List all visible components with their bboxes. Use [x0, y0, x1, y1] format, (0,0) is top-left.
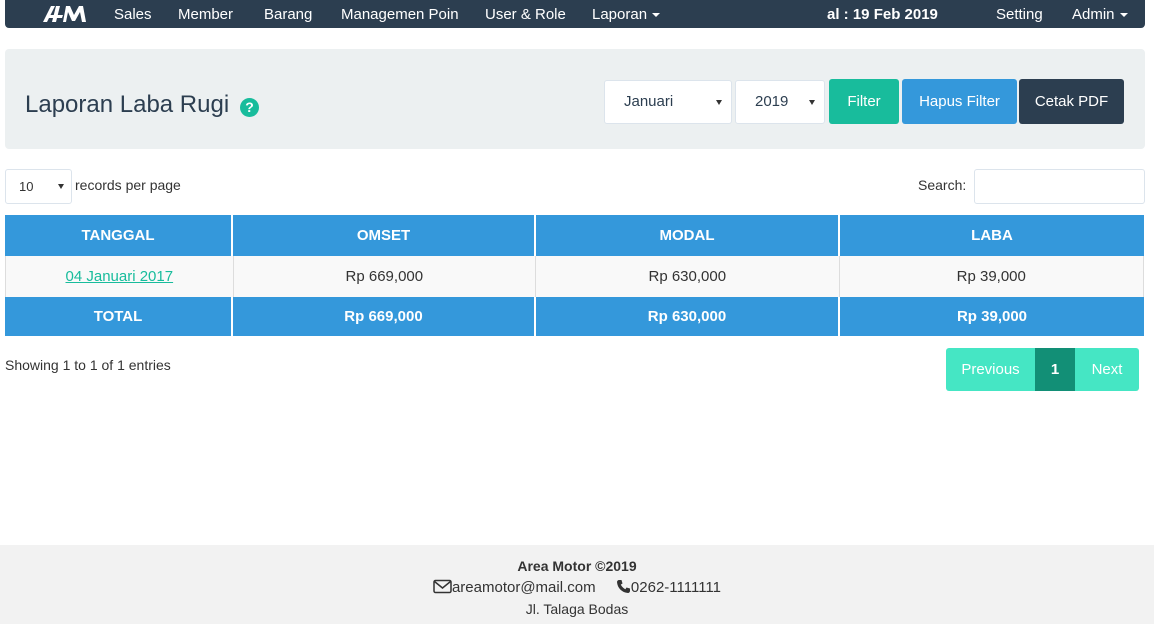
nav-member[interactable]: Member — [178, 6, 233, 23]
nav-setting[interactable]: Setting — [996, 6, 1043, 23]
pagination-next[interactable]: Next — [1075, 348, 1139, 391]
records-per-page-value: 10 — [19, 179, 34, 194]
total-omset: Rp 669,000 — [233, 297, 536, 336]
table-total-row: TOTAL Rp 669,000 Rp 630,000 Rp 39,000 — [5, 297, 1144, 336]
nav-admin-dropdown[interactable]: Admin — [1072, 6, 1128, 23]
tanggal-link[interactable]: 04 Januari 2017 — [66, 268, 174, 285]
cell-modal: Rp 630,000 — [536, 256, 840, 297]
nav-sales[interactable]: Sales — [114, 6, 152, 23]
cell-laba: Rp 39,000 — [956, 268, 1026, 285]
page-title: Laporan Laba Rugi — [25, 91, 230, 118]
year-select[interactable]: 2019 — [735, 80, 825, 124]
help-icon[interactable]: ? — [240, 98, 259, 117]
pagination-page-1[interactable]: 1 — [1035, 348, 1075, 391]
dropdown-arrow-icon — [58, 184, 64, 189]
navbar: Sales Member Barang Managemen Poin User … — [5, 0, 1145, 28]
table-row: 04 Januari 2017 Rp 669,000 Rp 630,000 Rp… — [5, 256, 1144, 297]
total-label: TOTAL — [5, 297, 233, 336]
nav-managemen-poin[interactable]: Managemen Poin — [341, 6, 459, 23]
footer: Area Motor ©2019 areamotor@mail.com 0262… — [0, 545, 1154, 624]
footer-email: areamotor@mail.com — [451, 579, 596, 596]
nav-laporan-label: Laporan — [592, 6, 648, 23]
column-header-laba[interactable]: LABA — [840, 215, 1144, 256]
footer-contact: areamotor@mail.com 0262-1111111 — [0, 579, 1154, 596]
table-info: Showing 1 to 1 of 1 entries — [5, 357, 171, 373]
hapus-filter-button[interactable]: Hapus Filter — [902, 79, 1017, 124]
page-header-panel: Laporan Laba Rugi ? Januari 2019 Filter … — [5, 49, 1145, 149]
app-logo[interactable] — [41, 3, 91, 25]
cetak-pdf-button[interactable]: Cetak PDF — [1019, 79, 1124, 124]
table-header-row: TANGGAL OMSET MODAL LABA — [5, 215, 1144, 256]
year-select-value: 2019 — [755, 93, 789, 110]
footer-address: Jl. Talaga Bodas — [525, 601, 629, 617]
nav-admin-label: Admin — [1072, 6, 1115, 23]
month-select[interactable]: Januari — [604, 80, 732, 124]
search-input[interactable] — [974, 169, 1145, 204]
current-date: al : 19 Feb 2019 — [827, 6, 938, 23]
dropdown-arrow-icon — [809, 100, 815, 105]
column-header-tanggal[interactable]: TANGGAL — [5, 215, 233, 256]
nav-user-role[interactable]: User & Role — [485, 6, 566, 23]
records-per-page-label: records per page — [75, 177, 181, 193]
caret-down-icon — [652, 13, 661, 18]
envelope-icon — [433, 579, 452, 594]
search-label: Search: — [918, 177, 967, 193]
dropdown-arrow-icon — [716, 100, 722, 105]
month-select-value: Januari — [624, 93, 674, 110]
cell-tanggal: 04 Januari 2017 — [6, 256, 234, 297]
caret-down-icon — [1119, 13, 1128, 18]
nav-barang[interactable]: Barang — [264, 6, 312, 23]
footer-phone: 0262-1111111 — [630, 579, 722, 596]
column-header-omset[interactable]: OMSET — [233, 215, 536, 256]
total-modal: Rp 630,000 — [536, 297, 840, 336]
records-per-page-select[interactable]: 10 — [5, 169, 72, 204]
cell-omset: Rp 669,000 — [234, 256, 537, 297]
nav-laporan-dropdown[interactable]: Laporan — [592, 6, 661, 23]
filter-button[interactable]: Filter — [829, 79, 899, 124]
total-laba: Rp 39,000 — [956, 308, 1028, 325]
footer-company: Area Motor ©2019 — [517, 558, 637, 574]
phone-icon — [616, 580, 630, 593]
pagination: Previous 1 Next — [946, 348, 1139, 391]
pagination-previous[interactable]: Previous — [946, 348, 1035, 391]
column-header-modal[interactable]: MODAL — [536, 215, 840, 256]
